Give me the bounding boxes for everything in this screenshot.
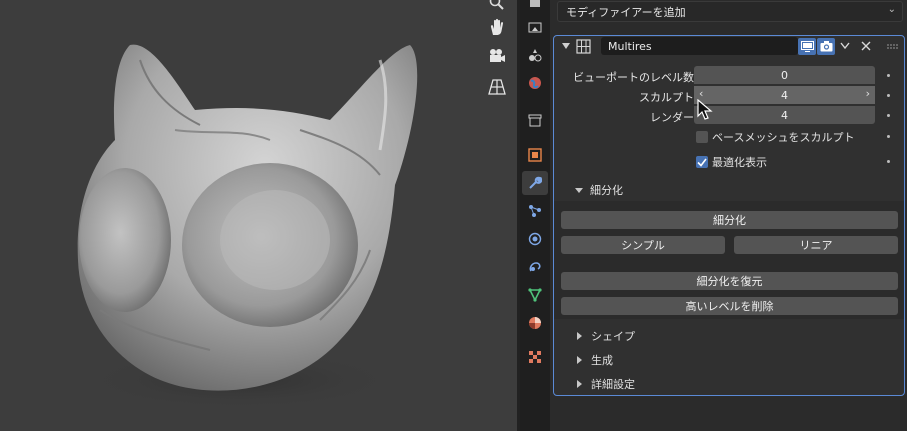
simple-button-label: シンプル — [621, 239, 665, 252]
camera-view-icon[interactable] — [483, 43, 511, 69]
keyframe-dot[interactable] — [887, 160, 890, 163]
mouse-cursor-icon — [697, 99, 713, 120]
expand-triangle-icon — [577, 356, 582, 364]
add-modifier-dropdown[interactable]: モディファイアーを追加 ⌄ — [557, 1, 903, 22]
linear-button[interactable]: リニア — [734, 236, 898, 254]
modifier-properties-panel: モディファイアーを追加 ⌄ Multires ビューポートのレベル数 0 スカル… — [550, 0, 907, 431]
linear-button-label: リニア — [799, 239, 833, 252]
modifier-header: Multires — [554, 36, 904, 58]
tab-physics[interactable] — [522, 227, 548, 251]
pan-hand-icon[interactable] — [483, 14, 511, 40]
increment-arrow-icon[interactable]: › — [866, 87, 870, 100]
cat-head-mesh — [77, 44, 418, 410]
modifier-name: Multires — [608, 39, 652, 53]
sculpt-base-mesh-checkbox[interactable]: ベースメッシュをスカルプト — [696, 129, 854, 145]
render-levels-value: 4 — [781, 108, 788, 122]
generate-subpanel-header[interactable]: 生成 — [554, 349, 904, 371]
subdivide-button-label: 細分化 — [713, 214, 746, 227]
close-icon[interactable] — [861, 41, 871, 51]
viewport-navigation — [478, 0, 520, 431]
keyframe-dot[interactable] — [887, 94, 890, 97]
sculpt-base-mesh-label: ベースメッシュをスカルプト — [712, 131, 855, 144]
tab-collection[interactable] — [522, 108, 548, 132]
tab-modifiers[interactable] — [522, 171, 548, 195]
subdivide-header-label: 細分化 — [590, 184, 623, 197]
camera-icon — [820, 41, 832, 52]
tab-object[interactable] — [522, 143, 548, 167]
expand-triangle-icon — [577, 380, 582, 388]
sculpt-levels-value: 4 — [781, 88, 788, 102]
render-levels-label: レンダー — [650, 111, 694, 124]
simple-button[interactable]: シンプル — [561, 236, 725, 254]
tab-material[interactable] — [522, 311, 548, 335]
delete-higher-button[interactable]: 高いレベルを削除 — [561, 297, 898, 315]
unsubdivide-button-label: 細分化を復元 — [696, 275, 763, 288]
add-modifier-label: モディファイアーを追加 — [566, 5, 686, 19]
monitor-icon — [800, 41, 814, 52]
unsubdivide-button[interactable]: 細分化を復元 — [561, 272, 898, 290]
subdivide-button[interactable]: 細分化 — [561, 211, 898, 229]
render-toggle[interactable] — [817, 38, 835, 55]
advanced-subpanel-header[interactable]: 詳細設定 — [554, 373, 904, 395]
tab-texture[interactable] — [522, 345, 548, 369]
checkmark-icon — [697, 158, 707, 167]
tab-render[interactable] — [522, 15, 548, 39]
keyframe-dot[interactable] — [887, 135, 890, 138]
generate-header-label: 生成 — [591, 354, 613, 367]
tab-world[interactable] — [522, 71, 548, 95]
shape-header-label: シェイプ — [591, 330, 635, 343]
tab-particles-effects[interactable] — [522, 43, 548, 67]
delete-higher-button-label: 高いレベルを削除 — [685, 300, 774, 313]
collapse-triangle-icon[interactable] — [562, 43, 570, 50]
expand-triangle-icon — [577, 332, 582, 340]
multires-modifier-icon — [576, 39, 591, 54]
viewport-levels-label: ビューポートのレベル数 — [573, 71, 694, 84]
checkbox-checked[interactable] — [696, 156, 708, 168]
3d-viewport[interactable] — [0, 0, 478, 431]
tab-tool[interactable] — [522, 0, 548, 14]
viewport-levels-field[interactable]: 0 — [694, 66, 875, 84]
keyframe-dot[interactable] — [887, 74, 890, 77]
viewport-levels-value: 0 — [781, 68, 788, 82]
collapse-triangle-icon — [575, 187, 583, 193]
optimal-display-checkbox[interactable]: 最適化表示 — [696, 154, 767, 170]
modifier-name-field[interactable]: Multires — [601, 37, 798, 55]
sculpt-levels-field[interactable]: ‹ 4 › — [694, 86, 875, 104]
tab-constraints[interactable] — [522, 255, 548, 279]
sculpt-levels-label: スカルプト — [639, 91, 694, 104]
shape-subpanel-header[interactable]: シェイプ — [554, 325, 904, 347]
multires-modifier-panel: Multires ビューポートのレベル数 0 スカルプト ‹ 4 › レンダー … — [553, 35, 905, 396]
perspective-grid-icon[interactable] — [483, 74, 511, 100]
tab-particles[interactable] — [522, 199, 548, 223]
tab-data[interactable] — [522, 283, 548, 307]
drag-handle-icon[interactable] — [887, 44, 899, 50]
properties-tabs — [520, 0, 550, 431]
keyframe-dot[interactable] — [887, 114, 890, 117]
optimal-display-label: 最適化表示 — [712, 156, 767, 169]
chevron-down-icon[interactable] — [840, 42, 850, 50]
realtime-display-toggle[interactable] — [798, 38, 816, 55]
render-levels-field[interactable]: 4 — [694, 106, 875, 124]
advanced-header-label: 詳細設定 — [591, 378, 635, 391]
checkbox[interactable] — [696, 131, 708, 143]
subdivide-subpanel-header[interactable]: 細分化 — [554, 179, 904, 201]
chevron-down-icon: ⌄ — [887, 4, 896, 15]
